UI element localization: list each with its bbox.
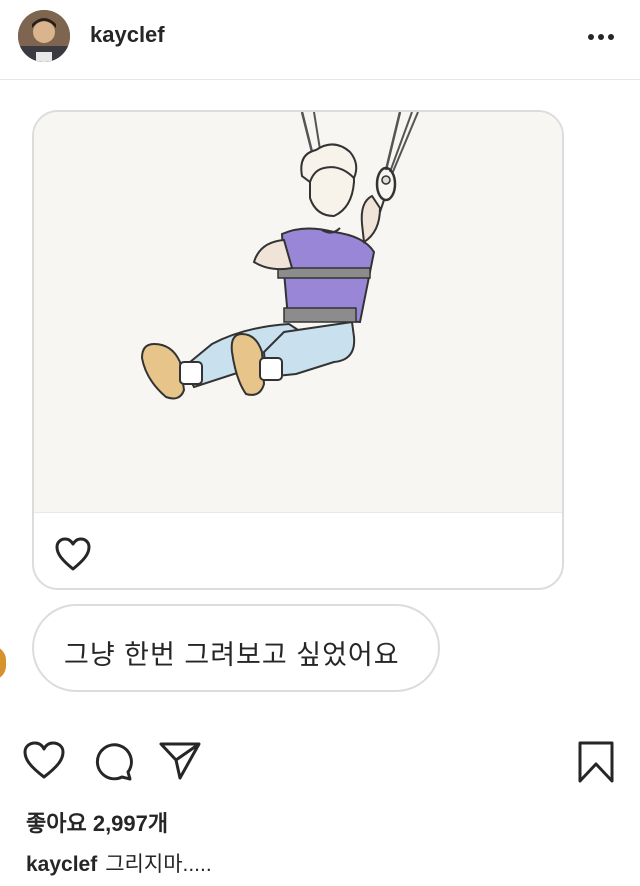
card-heart-icon[interactable] bbox=[54, 536, 92, 572]
avatar-photo-icon bbox=[18, 10, 70, 62]
shared-image-card[interactable] bbox=[32, 110, 564, 590]
profile-avatar[interactable] bbox=[18, 10, 70, 62]
caption-text: 그리지마..... bbox=[105, 853, 212, 876]
post-action-bar bbox=[0, 740, 640, 790]
caption-username[interactable]: kayclef bbox=[26, 853, 97, 876]
like-heart-icon[interactable] bbox=[22, 740, 66, 785]
bookmark-icon[interactable] bbox=[576, 740, 616, 789]
sender-avatar bbox=[0, 646, 6, 680]
message-text: 그냥 한번 그려보고 싶었어요 bbox=[64, 640, 400, 670]
send-icon[interactable] bbox=[158, 740, 202, 787]
comment-icon[interactable] bbox=[92, 740, 134, 787]
illustration-harness-man-icon bbox=[140, 112, 419, 400]
post-header: kayclef bbox=[0, 0, 640, 80]
message-bubble[interactable]: 그냥 한번 그려보고 싶었어요 bbox=[32, 604, 440, 692]
illustration-image[interactable] bbox=[34, 112, 562, 513]
post-caption: kayclef 그리지마..... bbox=[26, 848, 212, 878]
likes-count[interactable]: 좋아요 2,997개 bbox=[26, 806, 168, 838]
more-options-icon[interactable] bbox=[586, 30, 616, 42]
header-username[interactable]: kayclef bbox=[90, 22, 165, 48]
